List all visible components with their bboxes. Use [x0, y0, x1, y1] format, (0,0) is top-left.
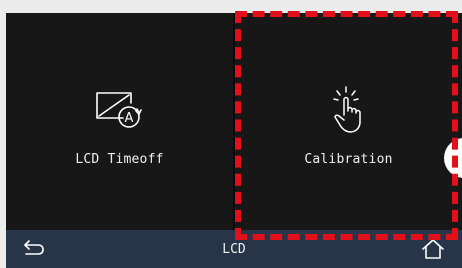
svg-text:A: A — [124, 111, 133, 126]
page-title: LCD — [222, 242, 246, 257]
home-icon[interactable] — [421, 237, 445, 261]
touch-calibration-icon — [324, 85, 374, 139]
lcd-timeoff-tile[interactable]: A LCD Timeoff — [6, 13, 233, 230]
calibration-label: Calibration — [304, 152, 393, 167]
lcd-timeoff-label: LCD Timeoff — [75, 152, 164, 167]
calibration-tile[interactable]: Calibration — [235, 13, 462, 230]
bottom-navigation-bar: LCD — [6, 230, 462, 268]
lcd-timeoff-icon: A — [91, 85, 149, 135]
side-round-button[interactable] — [444, 138, 462, 178]
device-screen: A LCD Timeoff Calibration LCD — [6, 13, 462, 268]
